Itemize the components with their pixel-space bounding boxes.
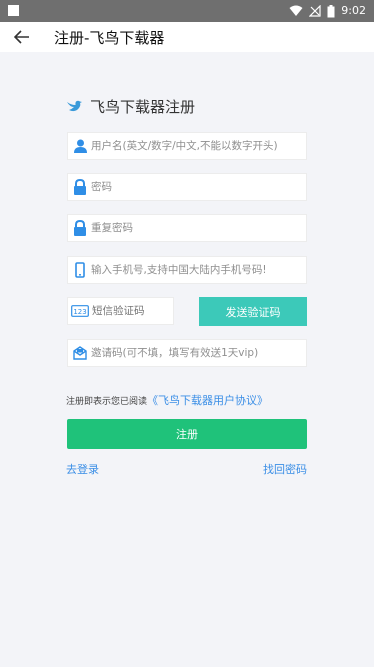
password-field bbox=[67, 173, 307, 201]
username-input[interactable] bbox=[90, 140, 306, 152]
battery-icon bbox=[327, 4, 335, 17]
page-title: 注册-飞鸟下载器 bbox=[54, 28, 165, 47]
no-signal-icon bbox=[309, 5, 321, 17]
send-code-button[interactable]: 发送验证码 bbox=[199, 297, 307, 326]
svg-text:123: 123 bbox=[73, 308, 86, 316]
user-agreement-link[interactable]: 《飞鸟下载器用户协议》 bbox=[147, 394, 268, 407]
wifi-icon bbox=[289, 5, 303, 16]
agreement-text: 注册即表示您已阅读《飞鸟下载器用户协议》 bbox=[66, 392, 268, 408]
brand-title: 飞鸟下载器注册 bbox=[90, 98, 196, 116]
confirm-password-field bbox=[67, 214, 307, 242]
user-icon bbox=[70, 132, 90, 160]
notification-icon bbox=[8, 5, 19, 16]
phone-input[interactable] bbox=[90, 264, 306, 276]
invite-mail-icon bbox=[70, 339, 90, 367]
keypad-123-icon: 123 bbox=[69, 297, 91, 325]
bird-logo-icon bbox=[67, 100, 82, 111]
phone-icon bbox=[70, 256, 90, 284]
phone-field bbox=[67, 256, 307, 284]
go-login-link[interactable]: 去登录 bbox=[66, 461, 99, 477]
arrow-left-icon bbox=[14, 30, 29, 44]
sms-code-field: 123 bbox=[67, 297, 174, 325]
recover-password-link[interactable]: 找回密码 bbox=[263, 461, 307, 477]
brand-header: 飞鸟下载器注册 bbox=[66, 96, 195, 117]
invite-code-input[interactable] bbox=[90, 347, 306, 359]
lock-icon bbox=[70, 173, 90, 201]
agreement-prefix: 注册即表示您已阅读 bbox=[66, 397, 148, 407]
username-field bbox=[67, 132, 307, 160]
register-button[interactable]: 注册 bbox=[67, 419, 307, 449]
status-bar: 9:02 bbox=[0, 0, 374, 22]
invite-code-field bbox=[67, 339, 307, 367]
lock-icon bbox=[70, 214, 90, 242]
sms-code-input[interactable] bbox=[91, 305, 173, 317]
back-button[interactable] bbox=[0, 22, 44, 52]
confirm-password-input[interactable] bbox=[90, 222, 306, 234]
app-bar: 注册-飞鸟下载器 bbox=[0, 22, 374, 52]
clock: 9:02 bbox=[341, 4, 366, 17]
password-input[interactable] bbox=[90, 181, 306, 193]
